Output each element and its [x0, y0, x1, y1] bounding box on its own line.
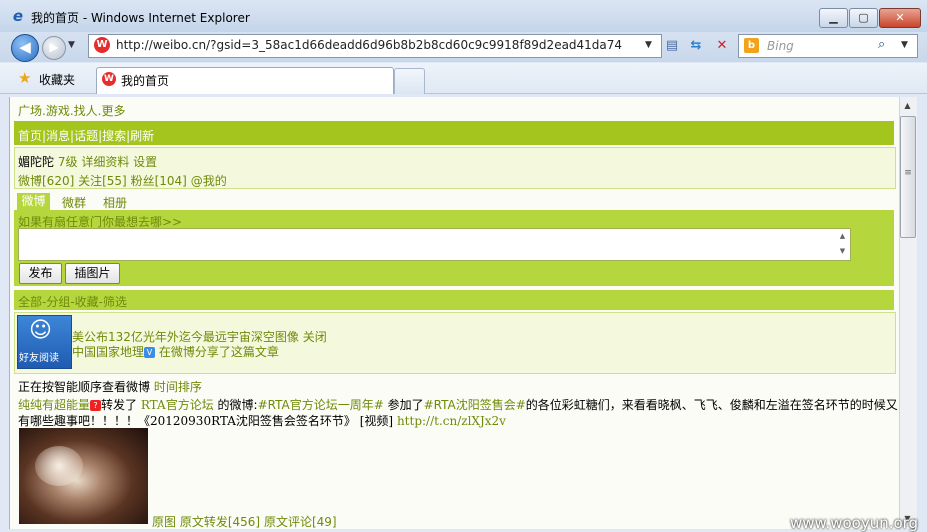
promo-close-link[interactable]: 关闭 [303, 330, 327, 344]
profile-name[interactable]: 媚陀陀 [18, 155, 54, 169]
video-label: [视频] [359, 414, 394, 428]
top-links[interactable]: 广场.游戏.找人.更多 [18, 102, 125, 119]
forum-link[interactable]: RTA官方论坛 [141, 398, 214, 412]
favorites-button[interactable]: 收藏夹 [39, 71, 75, 88]
publish-button[interactable]: 发布 [19, 263, 62, 284]
post-author-link[interactable]: 纯纯有超能量 [18, 398, 90, 412]
video-url-link[interactable]: http://t.cn/zlXJx2v [397, 414, 506, 428]
refresh-icon[interactable]: ⇆ [686, 36, 706, 56]
maximize-button[interactable]: ▢ [849, 8, 878, 28]
filter-bar [14, 290, 894, 310]
watermark: www.wooyun.org [790, 514, 919, 532]
post-text: 的各位彩虹糖们，来看看晓枫、飞飞、俊麟和左溢在签名环节的时候又 [525, 398, 898, 412]
insert-picture-button[interactable]: 插图片 [65, 263, 120, 284]
scroll-up-arrow-icon[interactable]: ▲ [899, 99, 916, 113]
bing-logo-icon: b [744, 38, 759, 53]
tab-weiqun[interactable]: 微群 [62, 194, 86, 211]
browser-tab-title[interactable]: 我的首页 [121, 72, 169, 89]
fans-count-link[interactable]: 粉丝[104] [131, 174, 187, 188]
favorites-star-icon[interactable]: ★ [18, 69, 31, 87]
search-icon[interactable]: ⌕ [878, 37, 885, 52]
promo-source: 中国国家地理 V 在微博分享了这篇文章 [72, 343, 279, 360]
post-text-line2: 有哪些趣事吧！！！！《20120930RTA沈阳签售会签名环节》 [视频] ht… [18, 412, 894, 429]
compatibility-view-icon[interactable]: ▤ [662, 36, 682, 56]
back-button[interactable]: ◀ [11, 34, 39, 62]
promo-article-link[interactable]: 美公布132亿光年外迄今最远宇宙深空图像 [72, 330, 299, 344]
tab-weibo-favicon-icon: W [102, 72, 116, 86]
tab-album[interactable]: 相册 [103, 194, 127, 211]
weibo-favicon-icon: W [94, 37, 110, 53]
profile-counts: 微博[620] 关注[55] 粉丝[104] @我的 [18, 172, 227, 189]
profile-details-link[interactable]: 详细资料 [81, 155, 129, 169]
forward-button[interactable]: ▶ [42, 36, 66, 60]
post-text: 的微博: [217, 398, 258, 412]
topic-link-1[interactable]: #RTA官方论坛一周年# [258, 398, 384, 412]
weibo-count-link[interactable]: 微博[620] [18, 174, 74, 188]
topic-link-2[interactable]: #RTA沈阳签售会# [424, 398, 526, 412]
post-text: 有哪些趣事吧！！！！《20120930RTA沈阳签售会签名环节》 [18, 414, 356, 428]
window-title: 我的首页 - Windows Internet Explorer [31, 11, 250, 25]
ie-logo-icon: e [12, 7, 24, 25]
main-nav-links[interactable]: 首页|消息|话题|搜索|刷新 [18, 127, 154, 144]
post-text: 参加了 [387, 398, 424, 412]
search-options-dropdown-icon[interactable]: ▼ [901, 40, 908, 50]
time-sort-link[interactable]: 时间排序 [154, 380, 202, 394]
address-url[interactable]: http://weibo.cn/?gsid=3_58ac1d66deadd6d9… [116, 38, 622, 52]
friend-reading-label: 好友阅读 [19, 353, 59, 364]
reader-glyph-icon: ☺ [29, 318, 52, 343]
new-tab-button[interactable] [394, 68, 425, 94]
post-actions: 原图 原文转发[456] 原文评论[49] [152, 513, 337, 530]
address-dropdown-icon[interactable]: ▼ [645, 40, 652, 50]
recent-pages-dropdown-icon[interactable]: ▼ [68, 40, 75, 50]
search-box[interactable] [738, 34, 918, 58]
verified-badge-icon: V [144, 347, 156, 358]
scrollbar-grip-icon: ≡ [904, 168, 912, 178]
thumbnail-highlight [35, 446, 83, 486]
profile-level[interactable]: 7级 [58, 155, 78, 169]
original-comment-link[interactable]: 原文评论[49] [264, 515, 337, 529]
minimize-button[interactable]: ▁ [819, 8, 848, 28]
post-text: 转发了 [101, 398, 138, 412]
original-repost-link[interactable]: 原文转发[456] [180, 515, 260, 529]
original-image-link[interactable]: 原图 [152, 515, 176, 529]
content-tabs [14, 192, 894, 210]
author-badge-icon: ? [90, 400, 102, 411]
compose-textarea[interactable] [18, 228, 851, 261]
promo-source-link[interactable]: 中国国家地理 [72, 345, 144, 359]
tab-weibo[interactable]: 微博 [17, 193, 50, 210]
stop-icon[interactable]: ✕ [712, 36, 732, 56]
close-button[interactable]: ✕ [879, 8, 921, 28]
profile-settings-link[interactable]: 设置 [133, 155, 157, 169]
promo-share-text: 在微博分享了这篇文章 [158, 345, 279, 359]
profile-summary: 媚陀陀 7级 详细资料 设置 [18, 153, 157, 170]
follow-count-link[interactable]: 关注[55] [78, 174, 127, 188]
filter-links[interactable]: 全部-分组-收藏-筛选 [18, 293, 127, 310]
at-me-link[interactable]: @我的 [191, 174, 227, 188]
post-text-line1: 纯纯有超能量? 转发了 RTA官方论坛 的微博:#RTA官方论坛一周年# 参加了#… [18, 396, 898, 413]
sort-status-text: 正在按智能顺序查看微博 [18, 380, 151, 394]
sort-status: 正在按智能顺序查看微博 时间排序 [18, 378, 202, 395]
textarea-scroll-icon[interactable]: ▲ ▼ [836, 229, 849, 259]
search-input[interactable]: Bing [767, 39, 794, 53]
